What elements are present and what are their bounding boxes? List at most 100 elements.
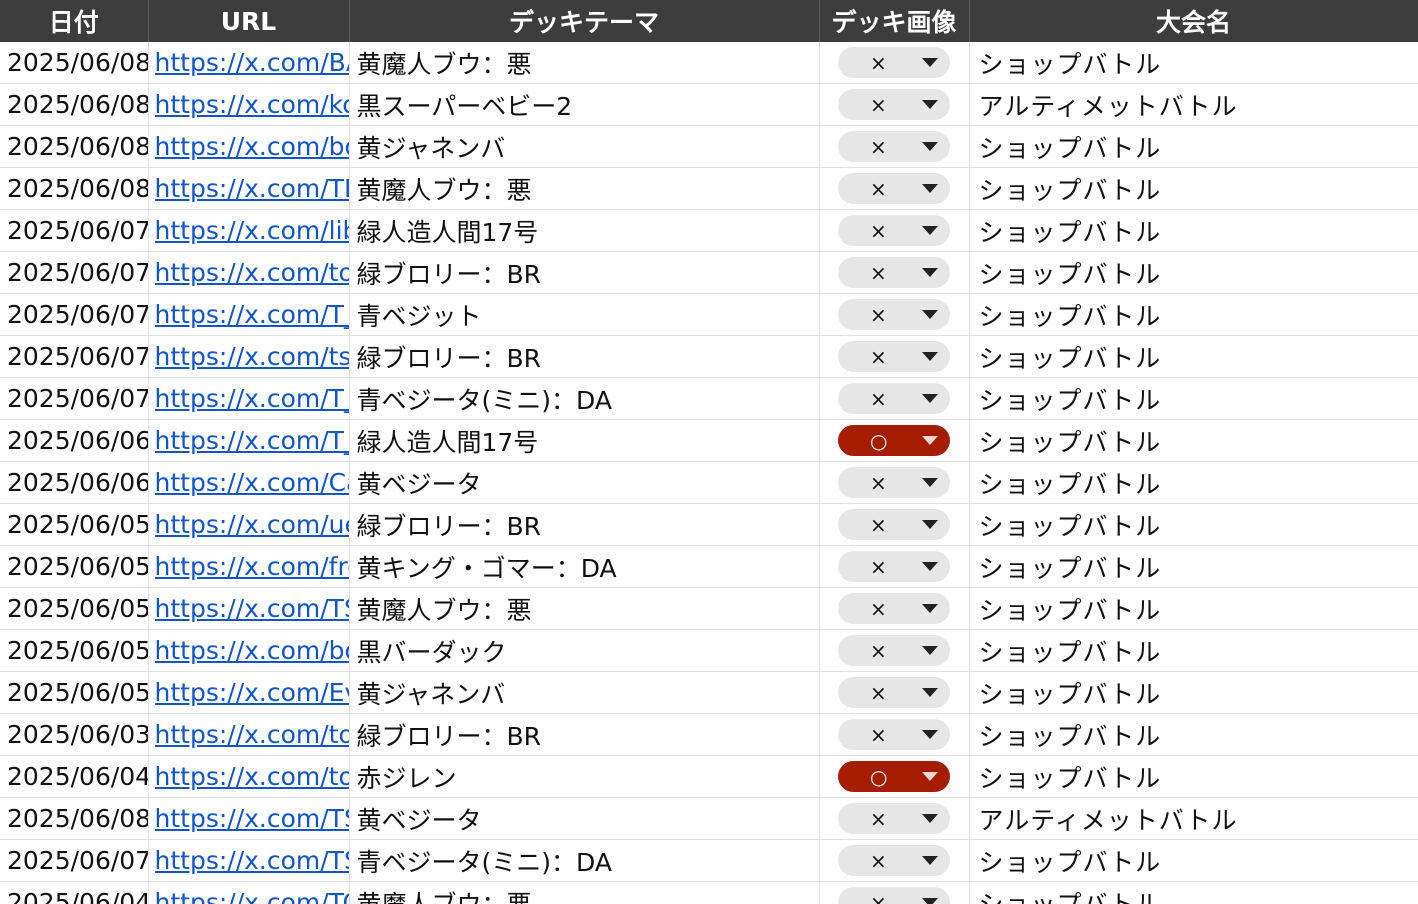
deck-image-dropdown[interactable]: ×	[838, 173, 950, 205]
url-cell[interactable]: https://x.com/kok	[148, 83, 350, 126]
header-url[interactable]: URL	[148, 0, 350, 42]
date-cell[interactable]: 2025/06/07	[0, 209, 149, 252]
url-cell[interactable]: https://x.com/Ev	[148, 671, 350, 714]
url-cell[interactable]: https://x.com/boo	[148, 629, 350, 672]
url-link[interactable]: https://x.com/Ev	[155, 678, 349, 707]
date-cell[interactable]: 2025/06/05	[0, 545, 149, 588]
url-cell[interactable]: https://x.com/top	[148, 713, 350, 756]
event-name-cell[interactable]: ショップバトル	[969, 545, 1418, 588]
deck-theme-cell[interactable]: 赤ジレン	[349, 755, 820, 798]
url-link[interactable]: https://x.com/Ca	[155, 468, 349, 497]
url-link[interactable]: https://x.com/libe	[155, 216, 349, 245]
url-link[interactable]: https://x.com/tsu	[155, 342, 349, 371]
url-link[interactable]: https://x.com/fro	[155, 552, 349, 581]
deck-theme-cell[interactable]: 緑ブロリー：BR	[349, 335, 820, 378]
deck-image-dropdown[interactable]: ×	[838, 593, 950, 625]
deck-image-dropdown[interactable]: ×	[838, 47, 950, 79]
event-name-cell[interactable]: ショップバトル	[969, 755, 1418, 798]
deck-theme-cell[interactable]: 黄魔人ブウ：悪	[349, 42, 820, 84]
deck-theme-cell[interactable]: 黄ジャネンバ	[349, 671, 820, 714]
deck-image-dropdown[interactable]: ×	[838, 299, 950, 331]
deck-theme-cell[interactable]: 緑人造人間17号	[349, 419, 820, 462]
event-name-cell[interactable]: ショップバトル	[969, 209, 1418, 252]
url-cell[interactable]: https://x.com/T_I	[148, 419, 350, 462]
url-link[interactable]: https://x.com/top	[155, 258, 349, 287]
url-cell[interactable]: https://x.com/BA	[148, 42, 350, 84]
url-cell[interactable]: https://x.com/TD	[148, 167, 350, 210]
deck-image-dropdown[interactable]: ×	[838, 509, 950, 541]
event-name-cell[interactable]: ショップバトル	[969, 587, 1418, 630]
url-cell[interactable]: https://x.com/tsu	[148, 335, 350, 378]
deck-image-dropdown[interactable]: ×	[838, 89, 950, 121]
date-cell[interactable]: 2025/06/05	[0, 671, 149, 714]
event-name-cell[interactable]: ショップバトル	[969, 419, 1418, 462]
deck-theme-cell[interactable]: 緑ブロリー：BR	[349, 503, 820, 546]
deck-theme-cell[interactable]: 黄ジャネンバ	[349, 125, 820, 168]
date-cell[interactable]: 2025/06/04	[0, 755, 149, 798]
date-cell[interactable]: 2025/06/04	[0, 881, 149, 904]
url-link[interactable]: https://x.com/TS	[155, 846, 349, 875]
date-cell[interactable]: 2025/06/05	[0, 629, 149, 672]
date-cell[interactable]: 2025/06/08	[0, 83, 149, 126]
event-name-cell[interactable]: アルティメットバトル	[969, 797, 1418, 840]
deck-image-dropdown[interactable]: ×	[838, 719, 950, 751]
event-name-cell[interactable]: ショップバトル	[969, 881, 1418, 904]
deck-theme-cell[interactable]: 黄魔人ブウ：悪	[349, 587, 820, 630]
event-name-cell[interactable]: ショップバトル	[969, 839, 1418, 882]
deck-theme-cell[interactable]: 黄魔人ブウ：悪	[349, 881, 820, 904]
deck-image-dropdown[interactable]: ×	[838, 887, 950, 904]
url-cell[interactable]: https://x.com/Ca	[148, 461, 350, 504]
url-cell[interactable]: https://x.com/toit	[148, 755, 350, 798]
deck-theme-cell[interactable]: 青ベジット	[349, 293, 820, 336]
url-link[interactable]: https://x.com/toit	[155, 762, 349, 791]
header-event[interactable]: 大会名	[969, 0, 1418, 42]
deck-image-dropdown[interactable]: ×	[838, 257, 950, 289]
url-cell[interactable]: https://x.com/fro	[148, 545, 350, 588]
header-date[interactable]: 日付	[0, 0, 149, 42]
event-name-cell[interactable]: ショップバトル	[969, 293, 1418, 336]
deck-image-dropdown[interactable]: ×	[838, 215, 950, 247]
url-link[interactable]: https://x.com/boo	[155, 636, 349, 665]
deck-theme-cell[interactable]: 黒バーダック	[349, 629, 820, 672]
url-link[interactable]: https://x.com/TD	[155, 174, 349, 203]
event-name-cell[interactable]: ショップバトル	[969, 42, 1418, 84]
url-link[interactable]: https://x.com/TS	[155, 804, 349, 833]
url-link[interactable]: https://x.com/top	[155, 720, 349, 749]
deck-theme-cell[interactable]: 黄ベジータ	[349, 797, 820, 840]
url-link[interactable]: https://x.com/T_I	[155, 300, 349, 329]
date-cell[interactable]: 2025/06/08	[0, 42, 149, 84]
url-link[interactable]: https://x.com/TC	[155, 888, 349, 904]
deck-image-dropdown[interactable]: ×	[838, 383, 950, 415]
url-cell[interactable]: https://x.com/libe	[148, 209, 350, 252]
url-cell[interactable]: https://x.com/T_I	[148, 293, 350, 336]
date-cell[interactable]: 2025/06/08	[0, 797, 149, 840]
url-link[interactable]: https://x.com/TS	[155, 594, 349, 623]
event-name-cell[interactable]: ショップバトル	[969, 713, 1418, 756]
url-cell[interactable]: https://x.com/ue	[148, 503, 350, 546]
date-cell[interactable]: 2025/06/07	[0, 839, 149, 882]
deck-image-dropdown[interactable]: ×	[838, 635, 950, 667]
deck-image-dropdown[interactable]: ×	[838, 467, 950, 499]
deck-image-dropdown[interactable]: ×	[838, 803, 950, 835]
deck-image-dropdown[interactable]: ×	[838, 551, 950, 583]
event-name-cell[interactable]: ショップバトル	[969, 377, 1418, 420]
date-cell[interactable]: 2025/06/08	[0, 125, 149, 168]
url-link[interactable]: https://x.com/kok	[155, 90, 349, 119]
url-cell[interactable]: https://x.com/top	[148, 251, 350, 294]
deck-image-dropdown[interactable]: ○	[838, 761, 950, 793]
event-name-cell[interactable]: ショップバトル	[969, 335, 1418, 378]
deck-image-dropdown[interactable]: ×	[838, 131, 950, 163]
deck-image-dropdown[interactable]: ○	[838, 425, 950, 457]
deck-theme-cell[interactable]: 黒スーパーベビー2	[349, 83, 820, 126]
date-cell[interactable]: 2025/06/08	[0, 167, 149, 210]
date-cell[interactable]: 2025/06/05	[0, 503, 149, 546]
url-link[interactable]: https://x.com/BA	[155, 48, 349, 77]
deck-image-dropdown[interactable]: ×	[838, 677, 950, 709]
url-link[interactable]: https://x.com/T_I	[155, 384, 349, 413]
header-image[interactable]: デッキ画像	[819, 0, 970, 42]
url-cell[interactable]: https://x.com/T_I	[148, 377, 350, 420]
date-cell[interactable]: 2025/06/06	[0, 461, 149, 504]
date-cell[interactable]: 2025/06/07	[0, 251, 149, 294]
event-name-cell[interactable]: ショップバトル	[969, 629, 1418, 672]
url-cell[interactable]: https://x.com/TS	[148, 587, 350, 630]
